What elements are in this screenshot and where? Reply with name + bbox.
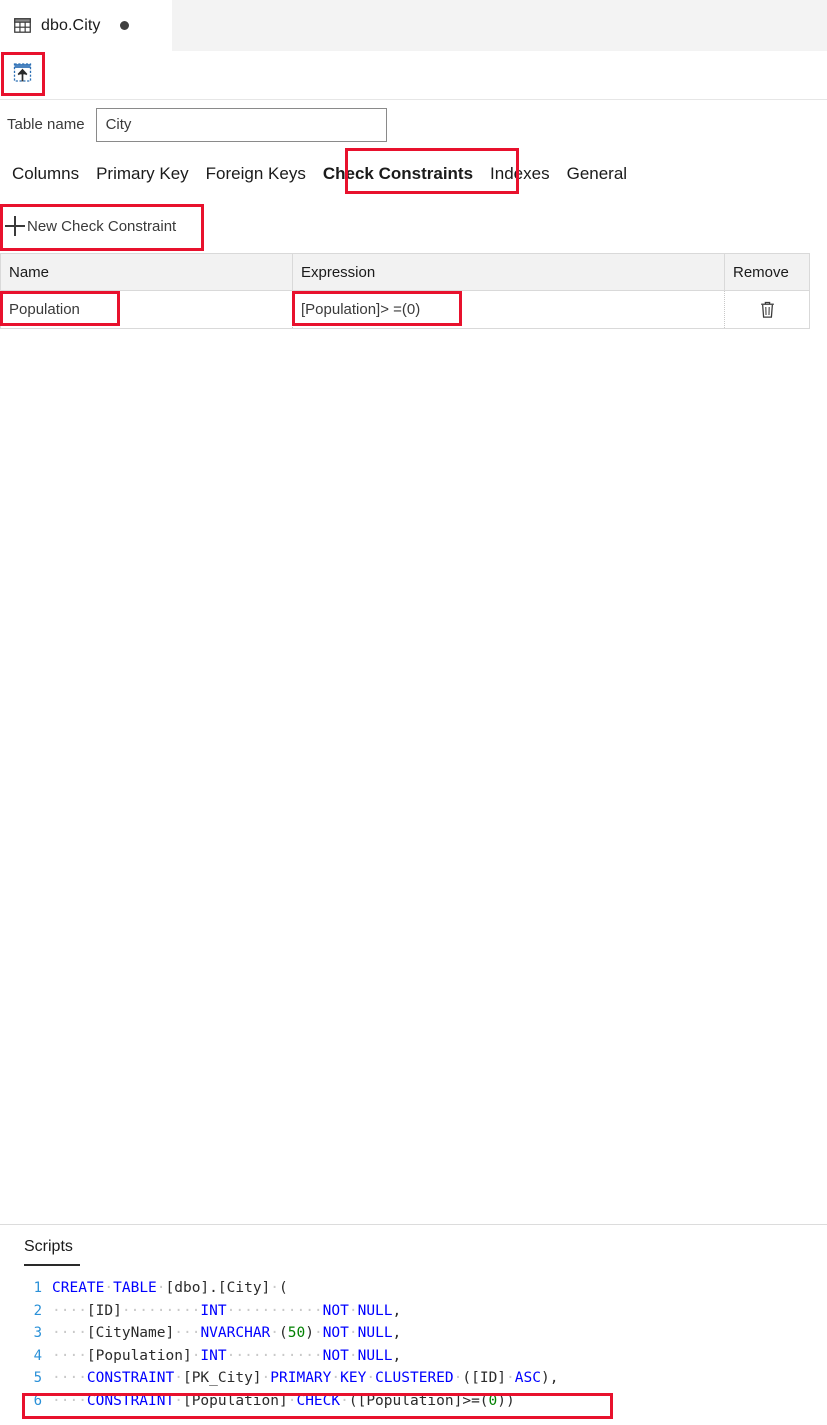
unsaved-changes-dot: [119, 21, 129, 30]
tab-indexes[interactable]: Indexes: [490, 160, 550, 188]
script-line[interactable]: 3 ····[CityName]···NVARCHAR·(50)·NOT·NULL…: [0, 1322, 827, 1345]
constraint-name-cell[interactable]: Population: [1, 291, 293, 328]
table-name-input[interactable]: [95, 107, 387, 142]
script-line-text: ····[Population]·INT···········NOT·NULL,: [52, 1347, 402, 1364]
update-toolbar-button[interactable]: [8, 58, 38, 88]
editor-tabstrip: dbo.City: [0, 0, 827, 51]
column-header-remove: Remove: [733, 263, 789, 281]
script-line[interactable]: 1 CREATE·TABLE·[dbo].[City]·(: [0, 1277, 827, 1300]
new-check-constraint-button[interactable]: New Check Constraint: [5, 211, 176, 241]
script-line-number: 2: [33, 1302, 42, 1319]
tab-general[interactable]: General: [567, 160, 627, 188]
script-line-number: 6: [33, 1392, 42, 1409]
script-line-number: 5: [33, 1370, 42, 1387]
scripts-panel: Scripts 1 CREATE·TABLE·[dbo].[City]·( 2 ···…: [0, 1225, 827, 1425]
column-header-expression[interactable]: Expression: [293, 254, 725, 290]
plus-icon: [5, 216, 25, 236]
trash-icon: [760, 301, 774, 318]
update-icon: [13, 63, 32, 82]
script-line[interactable]: 6 ····CONSTRAINT·[Population]·CHECK·([Pop…: [0, 1390, 827, 1413]
table-grid-icon: [14, 18, 31, 33]
table-name-row: Table name: [0, 101, 827, 148]
script-line[interactable]: 2 ····[ID]·········INT···········NOT·NULL…: [0, 1300, 827, 1323]
script-line-number: 1: [33, 1280, 42, 1296]
editor-tab-label: dbo.City: [41, 16, 101, 34]
script-line-text: ····CONSTRAINT·[Population]·CHECK·([Popu…: [52, 1392, 515, 1409]
table-name-label: Table name: [7, 116, 85, 133]
script-line-text: ····[ID]·········INT···········NOT·NULL,: [52, 1302, 402, 1319]
tab-columns[interactable]: Columns: [12, 160, 79, 188]
tab-check-constraints[interactable]: Check Constraints: [323, 160, 473, 188]
script-line[interactable]: 5 ····CONSTRAINT·[PK_City]·PRIMARY·KEY·CL…: [0, 1367, 827, 1390]
tab-foreign-keys[interactable]: Foreign Keys: [206, 160, 306, 188]
column-header-name[interactable]: Name: [1, 254, 293, 290]
tab-primary-key[interactable]: Primary Key: [96, 160, 189, 188]
new-check-constraint-label: New Check Constraint: [27, 217, 177, 235]
script-line-number: 4: [33, 1347, 42, 1364]
new-constraint-row: New Check Constraint: [0, 205, 827, 249]
constraint-expression-cell[interactable]: [Population]> =(0): [293, 291, 725, 328]
script-code-area[interactable]: 1 CREATE·TABLE·[dbo].[City]·( 2 ····[ID]···…: [0, 1277, 827, 1413]
script-line-text: ····[CityName]···NVARCHAR·(50)·NOT·NULL,: [52, 1325, 402, 1342]
scripts-tab-label[interactable]: Scripts: [24, 1238, 73, 1256]
remove-constraint-button[interactable]: [725, 291, 809, 328]
script-line-text: ····CONSTRAINT·[PK_City]·PRIMARY·KEY·CLU…: [52, 1370, 559, 1387]
designer-tabs: Columns Primary Key Foreign Keys Check C…: [0, 155, 827, 193]
table-row[interactable]: Population [Population]> =(0): [1, 290, 809, 328]
script-line-text: CREATE·TABLE·[dbo].[City]·(: [52, 1280, 288, 1296]
editor-tab-dbo-city[interactable]: dbo.City: [0, 0, 172, 51]
designer-toolbar: [0, 51, 827, 100]
grid-header-row: Name Expression Remove: [1, 254, 809, 290]
script-line[interactable]: 4 ····[Population]·INT···········NOT·NULL…: [0, 1345, 827, 1368]
check-constraints-grid: Name Expression Remove Population [Popul…: [0, 253, 810, 329]
script-line-number: 3: [33, 1325, 42, 1342]
scripts-tab-indicator: [24, 1264, 80, 1266]
